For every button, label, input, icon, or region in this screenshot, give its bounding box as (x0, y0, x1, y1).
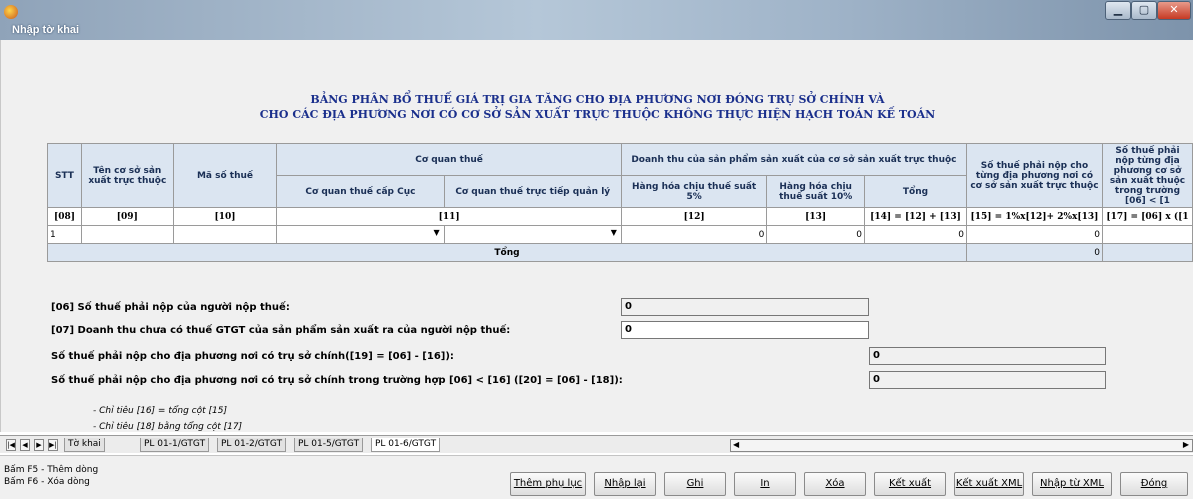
dong-label: Đóng (1140, 478, 1168, 489)
dong-button[interactable]: Đóng (1120, 472, 1188, 496)
close-button[interactable]: ✕ (1157, 1, 1191, 20)
field-20-value: 0 (869, 371, 1106, 389)
horizontal-scrollbar[interactable]: ◀ ▶ (730, 439, 1193, 452)
status-bar: Bấm F5 - Thêm dòng Bấm F6 - Xóa dòng Thê… (0, 455, 1193, 499)
field-06-value: 0 (621, 298, 869, 316)
so-thue-dp2-cell (1101, 225, 1193, 244)
code-15: [15] = 1%x[12]+ 2%x[13] (965, 207, 1103, 226)
tab-last-button[interactable]: ▶| (48, 439, 58, 451)
ten-co-so-input[interactable] (80, 225, 174, 244)
sheet-tab-bar: |◀ ◀ ▶ ▶| Tờ khai PL 01-1/GTGT PL 01-2/G… (0, 435, 1193, 453)
hh-10-input[interactable]: 0 (766, 225, 865, 244)
scroll-right-icon[interactable]: ▶ (1183, 440, 1189, 449)
tab-pl-01-5[interactable]: PL 01-5/GTGT (294, 438, 364, 452)
ket-xuat-xml-button[interactable]: Kết xuất XML (954, 472, 1024, 496)
in-button[interactable]: In (734, 472, 796, 496)
app-window: Nhập tờ khai ▁ ▢ ✕ BẢNG PHÂN BỔ THUẾ GIÁ… (0, 0, 1193, 499)
scroll-left-icon[interactable]: ◀ (733, 440, 739, 449)
col-header-hh-10: Hàng hóa chịu thuế suất 10% (766, 175, 865, 208)
col-header-cq-truc-tiep: Cơ quan thuế trực tiếp quản lý (443, 175, 622, 208)
code-09: [09] (80, 207, 174, 226)
col-header-tong: Tổng (864, 175, 967, 208)
cq-cap-cuc-dropdown[interactable]: ▼ (276, 225, 445, 244)
code-13: [13] (766, 207, 865, 226)
code-08: [08] (47, 207, 82, 226)
col-header-hh-5: Hàng hóa chịu thuế suất 5% (620, 175, 768, 208)
in-label: In (760, 478, 770, 489)
note-18: - Chỉ tiêu [18] bằng tổng cột [17] (93, 422, 243, 432)
note-16: - Chỉ tiêu [16] = tổng cột [15] (93, 406, 227, 416)
ket-xuat-label: Kết xuất (888, 478, 932, 489)
total-label: Tổng (47, 243, 967, 262)
them-phu-luc-label: Thêm phụ lục (513, 478, 583, 489)
hint-f6: Bấm F6 - Xóa dòng (4, 477, 90, 487)
col-header-ten-co-so: Tên cơ sở sản xuất trực thuộc (80, 143, 174, 208)
maximize-button[interactable]: ▢ (1131, 1, 1157, 20)
col-header-stt: STT (47, 143, 82, 208)
ket-xuat-button[interactable]: Kết xuất (874, 472, 946, 496)
allocation-table: STT Tên cơ sở sản xuất trực thuộc Mã số … (47, 143, 1193, 262)
hh-5-input[interactable]: 0 (620, 225, 768, 244)
hint-f5: Bấm F5 - Thêm dòng (4, 465, 99, 475)
tong-cell: 0 (864, 225, 967, 244)
nhap-lai-button[interactable]: Nhập lại (594, 472, 656, 496)
code-12: [12] (620, 207, 768, 226)
field-20-label: Số thuế phải nộp cho địa phương nơi có t… (51, 375, 623, 386)
title-bar: Nhập tờ khai ▁ ▢ ✕ (0, 0, 1193, 40)
form-content: BẢNG PHÂN BỔ THUẾ GIÁ TRỊ GIA TĂNG CHO Đ… (0, 40, 1193, 432)
nhap-lai-label: Nhập lại (604, 478, 646, 489)
code-17: [17] = [06] x ([1 (1101, 207, 1193, 226)
window-subtitle: Nhập tờ khai (12, 24, 80, 36)
them-phu-luc-button[interactable]: Thêm phụ lục (510, 472, 586, 496)
xoa-button[interactable]: Xóa (804, 472, 866, 496)
page-title-line2: CHO CÁC ĐỊA PHƯƠNG NƠI CÓ CƠ SỞ SẢN XUẤT… (259, 108, 936, 121)
tab-prev-button[interactable]: ◀ (20, 439, 30, 451)
minimize-button[interactable]: ▁ (1105, 1, 1131, 20)
field-19-value: 0 (869, 347, 1106, 365)
page-title-line1: BẢNG PHÂN BỔ THUẾ GIÁ TRỊ GIA TĂNG CHO Đ… (310, 93, 885, 106)
dropdown-arrow-icon[interactable]: ▼ (611, 228, 617, 237)
field-07-label: [07] Doanh thu chưa có thuế GTGT của sản… (51, 325, 511, 336)
app-logo-icon[interactable] (4, 5, 18, 19)
col-header-so-thue-dp: Số thuế phải nộp cho từng địa phương nơi… (965, 143, 1103, 208)
tab-pl-01-1[interactable]: PL 01-1/GTGT (140, 438, 210, 452)
row-stt: 1 (47, 225, 82, 244)
tab-next-button[interactable]: ▶ (34, 439, 44, 451)
ma-so-thue-input[interactable] (172, 225, 278, 244)
code-11: [11] (276, 207, 622, 226)
tab-pl-01-2[interactable]: PL 01-2/GTGT (217, 438, 287, 452)
dropdown-arrow-icon[interactable]: ▼ (433, 228, 439, 237)
tab-to-khai[interactable]: Tờ khai (64, 438, 105, 452)
col-header-so-thue-dp2: Số thuế phải nộp từng địa phương cơ sở s… (1101, 143, 1193, 208)
nhap-tu-xml-button[interactable]: Nhập từ XML (1032, 472, 1112, 496)
tab-first-button[interactable]: |◀ (6, 439, 16, 451)
col-header-ma-so-thue: Mã số thuế (172, 143, 278, 208)
col-header-co-quan-thue: Cơ quan thuế (276, 143, 622, 176)
table-row: 1 ▼ ▼ 0 0 0 0 (47, 225, 1193, 244)
so-thue-dp-cell: 0 (965, 225, 1103, 244)
code-10: [10] (172, 207, 278, 226)
field-19-label: Số thuế phải nộp cho địa phương nơi có t… (51, 351, 454, 362)
ghi-button[interactable]: Ghi (664, 472, 726, 496)
col-header-cq-cap-cuc: Cơ quan thuế cấp Cục (276, 175, 445, 208)
ghi-label: Ghi (686, 478, 704, 489)
field-06-label: [06] Số thuế phải nộp của người nộp thuế… (51, 302, 290, 313)
cq-truc-tiep-dropdown[interactable]: ▼ (443, 225, 622, 244)
nhap-tu-xml-label: Nhập từ XML (1040, 478, 1104, 489)
col-header-doanh-thu: Doanh thu của sản phẩm sản xuất của cơ s… (620, 143, 967, 176)
ket-xuat-xml-label: Kết xuất XML (955, 478, 1023, 489)
field-07-input[interactable]: 0 (621, 321, 869, 339)
page-title: BẢNG PHÂN BỔ THUẾ GIÁ TRỊ GIA TĂNG CHO Đ… (1, 92, 1193, 122)
tab-pl-01-6[interactable]: PL 01-6/GTGT (371, 438, 441, 452)
xoa-label: Xóa (825, 478, 845, 489)
total-value: 0 (965, 243, 1103, 262)
code-14: [14] = [12] + [13] (864, 207, 967, 226)
total-value-2 (1101, 243, 1193, 262)
